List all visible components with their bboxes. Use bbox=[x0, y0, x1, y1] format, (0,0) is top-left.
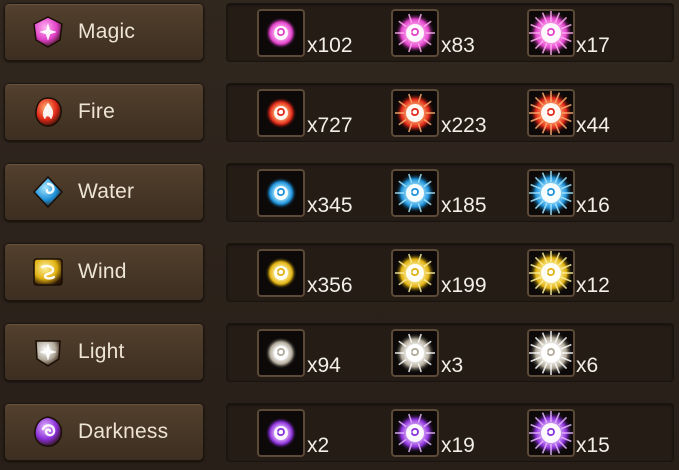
element-name: Darkness bbox=[78, 420, 169, 443]
element-tab-fire[interactable]: Fire bbox=[4, 83, 204, 141]
essence-mid-magic[interactable] bbox=[391, 9, 439, 57]
essence-count: x6 bbox=[576, 354, 599, 377]
water-essence-high-icon bbox=[527, 169, 575, 217]
essence-inventory: Magic x102 x83 x17 Fire x727 x223 x44 Water x345 x… bbox=[0, 0, 679, 470]
essence-count: x94 bbox=[307, 354, 341, 377]
fire-essence-mid-icon bbox=[391, 89, 439, 137]
essence-panel: x356 x199 x12 bbox=[226, 243, 674, 302]
essence-mid-light[interactable] bbox=[391, 329, 439, 377]
essence-mid-darkness[interactable] bbox=[391, 409, 439, 457]
element-tab-wind[interactable]: Wind bbox=[4, 243, 204, 301]
essence-panel: x2 x19 x15 bbox=[226, 403, 674, 462]
essence-count: x727 bbox=[307, 114, 353, 137]
essence-count: x2 bbox=[307, 434, 330, 457]
essence-panel: x345 x185 x16 bbox=[226, 163, 674, 222]
essence-count: x12 bbox=[576, 274, 610, 297]
essence-high-wind[interactable] bbox=[527, 249, 575, 297]
essence-count: x19 bbox=[441, 434, 475, 457]
element-row-water: Water x345 x185 x16 bbox=[0, 160, 679, 222]
darkness-essence-mid-icon bbox=[391, 409, 439, 457]
essence-count: x16 bbox=[576, 194, 610, 217]
essence-count: x356 bbox=[307, 274, 353, 297]
element-name: Magic bbox=[78, 20, 136, 43]
wind-essence-low-icon bbox=[257, 249, 305, 297]
element-name: Fire bbox=[78, 100, 115, 123]
magic-essence-mid-icon bbox=[391, 9, 439, 57]
element-tab-water[interactable]: Water bbox=[4, 163, 204, 221]
essence-high-darkness[interactable] bbox=[527, 409, 575, 457]
essence-low-fire[interactable] bbox=[257, 89, 305, 137]
essence-count: x44 bbox=[576, 114, 610, 137]
darkness-essence-high-icon bbox=[527, 409, 575, 457]
water-essence-mid-icon bbox=[391, 169, 439, 217]
wind-essence-mid-icon bbox=[391, 249, 439, 297]
essence-high-light[interactable] bbox=[527, 329, 575, 377]
essence-high-magic[interactable] bbox=[527, 9, 575, 57]
essence-count: x17 bbox=[576, 34, 610, 57]
essence-mid-wind[interactable] bbox=[391, 249, 439, 297]
element-row-darkness: Darkness x2 x19 x15 bbox=[0, 400, 679, 462]
essence-panel: x102 x83 x17 bbox=[226, 3, 674, 62]
light-essence-high-icon bbox=[527, 329, 575, 377]
essence-panel: x727 x223 x44 bbox=[226, 83, 674, 142]
essence-low-magic[interactable] bbox=[257, 9, 305, 57]
essence-count: x3 bbox=[441, 354, 464, 377]
element-tab-darkness[interactable]: Darkness bbox=[4, 403, 204, 461]
essence-high-water[interactable] bbox=[527, 169, 575, 217]
light-essence-low-icon bbox=[257, 329, 305, 377]
essence-count: x185 bbox=[441, 194, 487, 217]
element-tab-light[interactable]: Light bbox=[4, 323, 204, 381]
essence-count: x345 bbox=[307, 194, 353, 217]
essence-count: x83 bbox=[441, 34, 475, 57]
essence-panel: x94 x3 x6 bbox=[226, 323, 674, 382]
fire-rune-icon bbox=[31, 95, 65, 129]
element-name: Light bbox=[78, 340, 125, 363]
essence-low-water[interactable] bbox=[257, 169, 305, 217]
water-rune-icon bbox=[31, 175, 65, 209]
essence-count: x199 bbox=[441, 274, 487, 297]
magic-essence-low-icon bbox=[257, 9, 305, 57]
element-name: Water bbox=[78, 180, 135, 203]
magic-rune-icon bbox=[31, 15, 65, 49]
fire-essence-low-icon bbox=[257, 89, 305, 137]
essence-low-wind[interactable] bbox=[257, 249, 305, 297]
element-row-light: Light x94 x3 x6 bbox=[0, 320, 679, 382]
darkness-rune-icon bbox=[31, 415, 65, 449]
essence-count: x223 bbox=[441, 114, 487, 137]
essence-count: x102 bbox=[307, 34, 353, 57]
element-tab-magic[interactable]: Magic bbox=[4, 3, 204, 61]
wind-essence-high-icon bbox=[527, 249, 575, 297]
light-essence-mid-icon bbox=[391, 329, 439, 377]
element-row-fire: Fire x727 x223 x44 bbox=[0, 80, 679, 142]
fire-essence-high-icon bbox=[527, 89, 575, 137]
essence-mid-water[interactable] bbox=[391, 169, 439, 217]
essence-low-darkness[interactable] bbox=[257, 409, 305, 457]
light-rune-icon bbox=[31, 335, 65, 369]
essence-count: x15 bbox=[576, 434, 610, 457]
essence-high-fire[interactable] bbox=[527, 89, 575, 137]
wind-rune-icon bbox=[31, 255, 65, 289]
element-row-magic: Magic x102 x83 x17 bbox=[0, 0, 679, 62]
essence-mid-fire[interactable] bbox=[391, 89, 439, 137]
magic-essence-high-icon bbox=[527, 9, 575, 57]
darkness-essence-low-icon bbox=[257, 409, 305, 457]
essence-low-light[interactable] bbox=[257, 329, 305, 377]
element-name: Wind bbox=[78, 260, 127, 283]
element-row-wind: Wind x356 x199 x12 bbox=[0, 240, 679, 302]
water-essence-low-icon bbox=[257, 169, 305, 217]
